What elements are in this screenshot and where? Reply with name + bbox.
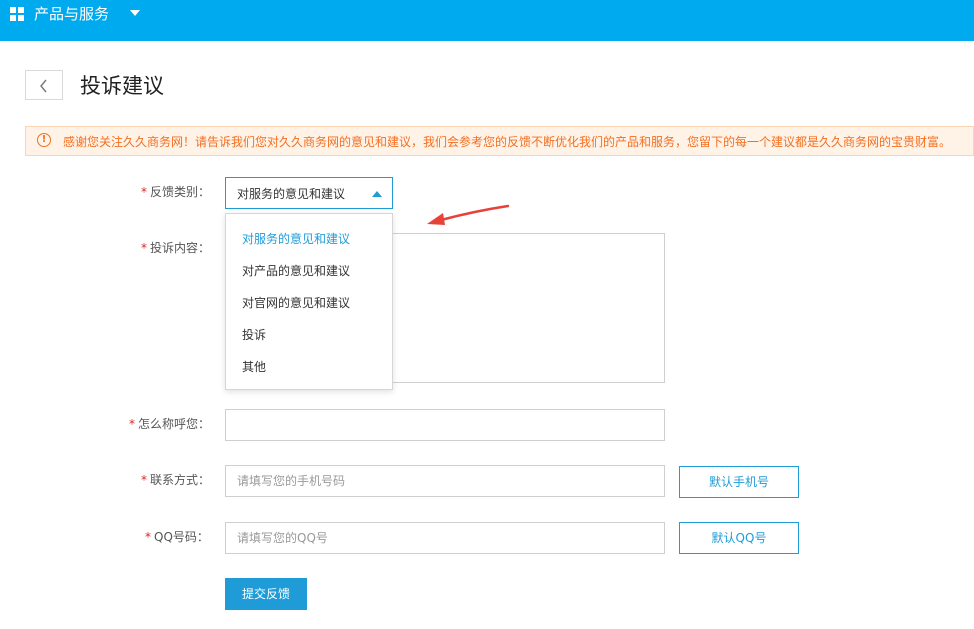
category-dropdown: 对服务的意见和建议 对产品的意见和建议 对官网的意见和建议 投诉 其他	[225, 213, 393, 390]
required-mark: *	[129, 417, 135, 431]
qq-label: * QQ号码：	[145, 529, 209, 545]
content-label: * 投诉内容：	[141, 240, 210, 256]
notice-text: 感谢您关注久久商务网！请告诉我们您对久久商务网的意见和建议，我们会参考您的反馈不…	[63, 135, 952, 149]
name-input[interactable]	[225, 409, 665, 441]
caret-down-icon[interactable]	[130, 10, 140, 16]
caret-up-icon	[372, 191, 382, 197]
category-selected-value: 对服务的意见和建议	[237, 187, 346, 201]
default-qq-button[interactable]: 默认QQ号	[679, 522, 799, 554]
notice-banner: ! 感谢您关注久久商务网！请告诉我们您对久久商务网的意见和建议，我们会参考您的反…	[25, 126, 974, 156]
chevron-left-icon	[40, 79, 47, 93]
phone-label-text: 联系方式：	[150, 473, 211, 487]
required-mark: *	[141, 241, 147, 255]
required-mark: *	[141, 185, 147, 199]
default-phone-button[interactable]: 默认手机号	[679, 466, 799, 498]
qq-label-text: QQ号码：	[154, 530, 209, 544]
content-label-text: 投诉内容：	[150, 241, 211, 255]
red-arrow-icon	[427, 204, 510, 225]
grid-icon[interactable]	[10, 7, 24, 21]
name-label: * 怎么称呼您：	[129, 416, 210, 432]
qq-input[interactable]: 请填写您的QQ号	[225, 522, 665, 554]
option-service[interactable]: 对服务的意见和建议	[242, 231, 350, 247]
page-title: 投诉建议	[80, 74, 164, 98]
category-select[interactable]: 对服务的意见和建议	[225, 177, 393, 209]
exclamation-circle-icon: !	[37, 133, 51, 147]
option-website[interactable]: 对官网的意见和建议	[242, 295, 350, 311]
back-button[interactable]	[25, 70, 63, 100]
phone-label: * 联系方式：	[141, 472, 210, 488]
category-label-text: 反馈类别：	[150, 185, 211, 199]
option-product[interactable]: 对产品的意见和建议	[242, 263, 350, 279]
phone-input[interactable]: 请填写您的手机号码	[225, 465, 665, 497]
name-label-text: 怎么称呼您：	[138, 417, 211, 431]
top-bar: 产品与服务	[0, 0, 974, 41]
products-services-menu[interactable]: 产品与服务	[34, 4, 109, 24]
required-mark: *	[141, 473, 147, 487]
submit-button[interactable]: 提交反馈	[225, 578, 307, 610]
option-complaint[interactable]: 投诉	[242, 327, 266, 343]
option-other[interactable]: 其他	[242, 359, 266, 375]
category-label: * 反馈类别：	[141, 184, 210, 200]
required-mark: *	[145, 530, 151, 544]
